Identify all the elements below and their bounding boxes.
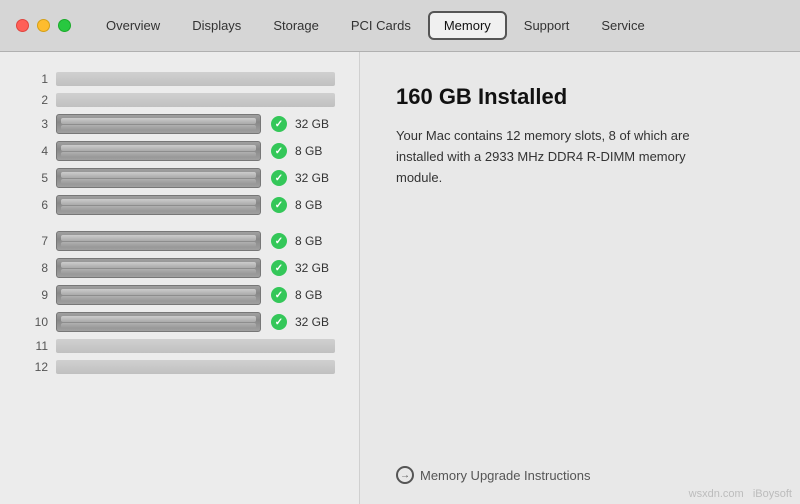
slot-row-4: 4 ✓ 8 GB [24,141,335,161]
slot-visual-5 [56,168,261,188]
main-content: 123✓32 GB4✓8 GB5✓32 GB6✓8 GB7✓8 GB8✓32 G… [0,52,800,504]
traffic-lights [16,19,71,32]
checkmark-icon: ✓ [271,116,287,132]
memory-title: 160 GB Installed [396,84,764,110]
slot-group-2: 7 ✓ 8 GB 8 ✓ 32 GB 9 ✓ 8 GB 10 ✓ 32 GB 11 12 [24,231,335,374]
slot-row-11: 11 [24,339,335,353]
slot-visual-2 [56,93,335,107]
slot-number-3: 3 [24,117,48,131]
slot-row-7: 7 ✓ 8 GB [24,231,335,251]
slot-row-10: 10 ✓ 32 GB [24,312,335,332]
slot-number-7: 7 [24,234,48,248]
memory-upgrade-link[interactable]: → Memory Upgrade Instructions [396,456,764,484]
slot-visual-9 [56,285,261,305]
checkmark-icon: ✓ [271,287,287,303]
close-button[interactable] [16,19,29,32]
upgrade-link-label: Memory Upgrade Instructions [420,468,591,483]
slot-visual-4 [56,141,261,161]
titlebar: OverviewDisplaysStoragePCI CardsMemorySu… [0,0,800,52]
slot-visual-1 [56,72,335,86]
slot-number-8: 8 [24,261,48,275]
slot-check-10: ✓ [269,312,289,332]
tab-displays[interactable]: Displays [177,12,256,39]
checkmark-icon: ✓ [271,197,287,213]
slot-size-9: 8 GB [295,288,335,302]
memory-description: Your Mac contains 12 memory slots, 8 of … [396,126,716,188]
slot-size-5: 32 GB [295,171,335,185]
tab-storage[interactable]: Storage [258,12,334,39]
memory-slots-panel: 123✓32 GB4✓8 GB5✓32 GB6✓8 GB7✓8 GB8✓32 G… [0,52,360,504]
slot-visual-12 [56,360,335,374]
tab-pci-cards[interactable]: PCI Cards [336,12,426,39]
slot-number-12: 12 [24,360,48,374]
slot-size-6: 8 GB [295,198,335,212]
minimize-button[interactable] [37,19,50,32]
checkmark-icon: ✓ [271,143,287,159]
slot-row-8: 8 ✓ 32 GB [24,258,335,278]
tab-bar: OverviewDisplaysStoragePCI CardsMemorySu… [91,11,660,40]
checkmark-icon: ✓ [271,233,287,249]
slot-number-10: 10 [24,315,48,329]
slot-row-3: 3 ✓ 32 GB [24,114,335,134]
slot-visual-6 [56,195,261,215]
slot-visual-3 [56,114,261,134]
slot-check-7: ✓ [269,231,289,251]
slot-check-4: ✓ [269,141,289,161]
slot-check-5: ✓ [269,168,289,188]
slot-check-9: ✓ [269,285,289,305]
checkmark-icon: ✓ [271,314,287,330]
slot-visual-11 [56,339,335,353]
checkmark-icon: ✓ [271,260,287,276]
slot-row-5: 5 ✓ 32 GB [24,168,335,188]
slot-size-10: 32 GB [295,315,335,329]
slot-row-2: 2 [24,93,335,107]
slot-check-8: ✓ [269,258,289,278]
slot-visual-10 [56,312,261,332]
slot-number-4: 4 [24,144,48,158]
slot-row-6: 6 ✓ 8 GB [24,195,335,215]
slot-size-8: 32 GB [295,261,335,275]
tab-overview[interactable]: Overview [91,12,175,39]
slot-number-6: 6 [24,198,48,212]
watermark: wsxdn.com iBoysoft [689,488,792,500]
tab-support[interactable]: Support [509,12,585,39]
memory-installed-label: Installed [478,84,567,109]
slot-row-1: 1 [24,72,335,86]
memory-info-panel: 160 GB Installed Your Mac contains 12 me… [360,52,800,504]
slot-row-12: 12 [24,360,335,374]
slot-number-9: 9 [24,288,48,302]
slot-visual-8 [56,258,261,278]
fullscreen-button[interactable] [58,19,71,32]
slot-group-1: 1 2 3 ✓ 32 GB 4 ✓ 8 GB 5 ✓ 32 GB 6 ✓ 8 GB [24,72,335,215]
slot-size-7: 8 GB [295,234,335,248]
memory-size-bold: 160 GB [396,84,472,109]
arrow-circle-icon: → [396,466,414,484]
slot-row-9: 9 ✓ 8 GB [24,285,335,305]
slot-number-1: 1 [24,72,48,86]
slot-number-2: 2 [24,93,48,107]
slot-number-5: 5 [24,171,48,185]
tab-service[interactable]: Service [586,12,659,39]
tab-memory[interactable]: Memory [428,11,507,40]
checkmark-icon: ✓ [271,170,287,186]
slot-size-3: 32 GB [295,117,335,131]
slot-check-3: ✓ [269,114,289,134]
slot-check-6: ✓ [269,195,289,215]
slot-number-11: 11 [24,339,48,353]
slot-visual-7 [56,231,261,251]
slot-size-4: 8 GB [295,144,335,158]
